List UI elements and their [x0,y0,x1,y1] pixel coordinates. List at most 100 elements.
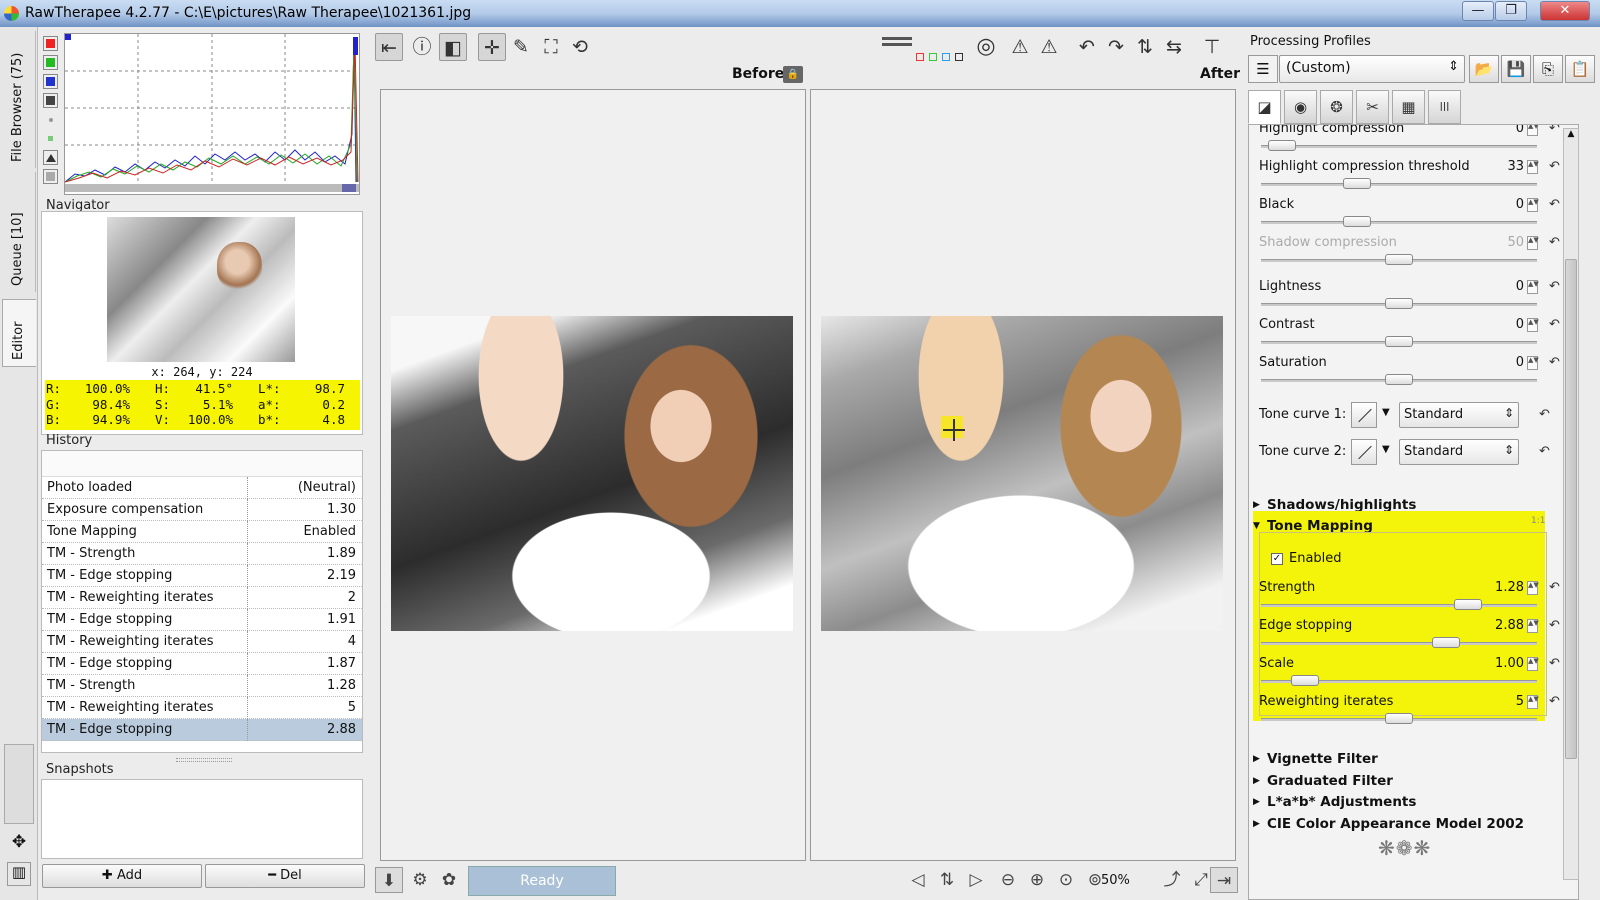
tab-metadata[interactable]: ||| META [1428,90,1461,144]
hide-top-panel-icon[interactable]: ⊤ [1198,33,1226,61]
curve-editor-icon[interactable] [1351,439,1377,465]
external-editor-icon[interactable]: ✿ [435,867,463,893]
slider-knob[interactable] [1432,637,1461,648]
slider-value[interactable]: 2.88 [1495,618,1524,633]
list-icon[interactable]: ☰ [1248,55,1278,83]
scroll-up-icon[interactable]: ▲ [1565,129,1577,141]
next-image-icon[interactable]: ▷ [962,867,990,893]
load-profile-icon[interactable]: 📂 [1469,55,1499,83]
tab-color[interactable]: ❂ [1320,90,1353,124]
spinner-icon[interactable]: ▲▼ [1527,657,1539,671]
lock-icon[interactable]: 🔒 [783,66,803,83]
reset-icon[interactable]: ↶ [1549,355,1560,370]
histogram-raw-toggle[interactable] [43,150,58,165]
slider-track[interactable] [1261,221,1537,224]
reset-icon[interactable]: ↶ [1549,197,1560,212]
history-row[interactable]: Exposure compensation 1.30 [42,499,362,521]
reset-icon[interactable]: ↶ [1549,694,1560,709]
tab-transform[interactable]: ✂ [1356,90,1389,124]
scrollbar-thumb[interactable] [1565,259,1577,759]
slider-value[interactable]: 0 [1516,125,1524,136]
histogram-red-toggle[interactable] [43,36,58,51]
tab-editor[interactable]: Editor [2,299,36,367]
history-row[interactable]: TM - Strength 1.89 [42,543,362,565]
slider-value[interactable]: 0 [1516,279,1524,294]
spinner-icon[interactable]: ▲▼ [1527,581,1539,595]
spinner-icon[interactable]: ▲▼ [1527,356,1539,370]
straighten-icon[interactable]: ⟲ [566,33,594,61]
hand-tool-icon[interactable]: ✛ [478,33,506,61]
reset-icon[interactable]: ↶ [1549,279,1560,294]
copy-profile-icon[interactable]: ⎘ [1533,55,1563,83]
before-image[interactable] [391,316,793,631]
slider-knob[interactable] [1342,178,1371,189]
history-row[interactable]: TM - Edge stopping 1.91 [42,609,362,631]
flip-vertical-icon[interactable]: ⇅ [1131,33,1159,61]
spinner-icon[interactable]: ▲▼ [1527,198,1539,212]
splitter-grip[interactable] [176,758,232,762]
history-row[interactable]: Photo loaded (Neutral) [42,477,362,499]
tab-file-browser[interactable]: File Browser (75) [2,31,36,168]
slider-value[interactable]: 0 [1516,197,1524,212]
hide-right-panel-icon[interactable]: ⇥ [1210,867,1238,893]
slider-knob[interactable] [1385,374,1413,385]
side-panel-handle[interactable] [4,744,34,824]
slider-track[interactable] [1261,183,1537,186]
histogram-blue-toggle[interactable] [43,74,58,89]
reset-icon[interactable]: ↶ [1539,444,1550,459]
color-labels[interactable] [916,50,972,61]
history-row[interactable]: TM - Reweighting iterates 4 [42,631,362,653]
hide-left-panel-icon[interactable]: ⇤ [375,33,403,61]
slider-knob[interactable] [1342,216,1371,227]
minimize-button[interactable]: — [1462,1,1494,21]
slider-knob[interactable] [1385,336,1413,347]
dropdown-arrow-icon[interactable]: ▼ [1382,407,1390,418]
spinner-icon[interactable]: ▲▼ [1527,280,1539,294]
before-after-icon[interactable]: ◧ [439,33,467,61]
spinner-icon[interactable]: ▲▼ [1527,695,1539,709]
reset-icon[interactable]: ↶ [1549,656,1560,671]
color-picker-icon[interactable]: ✎ [507,33,535,61]
history-row[interactable]: TM - Edge stopping 2.19 [42,565,362,587]
section-ciecam[interactable]: ▶ CIE Color Appearance Model 2002 [1253,816,1524,832]
reset-icon[interactable]: ↶ [1549,159,1560,174]
spinner-icon[interactable]: ▲▼ [1527,619,1539,633]
tab-exposure[interactable]: ◪ [1248,90,1281,124]
save-profile-icon[interactable]: 💾 [1501,55,1531,83]
save-image-icon[interactable]: ⬇ [375,867,403,893]
reset-icon[interactable]: ↶ [1549,317,1560,332]
history-row[interactable]: Tone Mapping Enabled [42,521,362,543]
new-detail-window-icon[interactable]: ⤴ [1158,867,1186,893]
preview-mode-icon[interactable]: ◎ [972,33,1000,61]
section-vignette[interactable]: ▶ Vignette Filter [1253,751,1378,767]
sync-filebrowser-icon[interactable]: ⇅ [933,867,961,893]
slider-value[interactable]: 1.00 [1495,656,1524,671]
rotate-right-icon[interactable]: ↷ [1102,33,1130,61]
histogram-green-toggle[interactable] [43,55,58,70]
history-row[interactable]: TM - Strength 1.28 [42,675,362,697]
slider-knob[interactable] [1385,298,1413,309]
queue-settings-icon[interactable]: ⚙ [406,867,434,893]
history-row[interactable]: TM - Reweighting iterates 2 [42,587,362,609]
history-row[interactable]: TM - Edge stopping 1.87 [42,653,362,675]
slider-value[interactable]: 0 [1516,355,1524,370]
filmstrip-icon[interactable]: ▥ [7,862,31,886]
histogram-chroma-toggle[interactable] [43,131,58,146]
clipped-shadows-icon[interactable]: ⚠ [1006,33,1034,61]
slider-value[interactable]: 1.28 [1495,580,1524,595]
history-row[interactable]: TM - Reweighting iterates 5 [42,697,362,719]
tab-queue[interactable]: Queue [10] [2,172,36,292]
spinner-icon[interactable]: ▲▼ [1527,318,1539,332]
color-label-selector[interactable] [882,34,912,60]
slider-knob[interactable] [1454,599,1483,610]
pan-icon[interactable]: ✥ [7,832,31,856]
spinner-icon[interactable]: ▲▼ [1527,125,1539,136]
slider-value[interactable]: 5 [1516,694,1524,709]
slider-value[interactable]: 33 [1507,159,1524,174]
reset-icon[interactable]: ↶ [1549,235,1560,250]
slider-knob[interactable] [1385,254,1413,265]
spinner-icon[interactable]: ▲▼ [1527,160,1539,174]
tab-detail[interactable]: ◉ [1284,90,1317,124]
clipped-highlights-icon[interactable]: ⚠ [1035,33,1063,61]
zoom-out-icon[interactable]: ⊖ [994,867,1022,893]
